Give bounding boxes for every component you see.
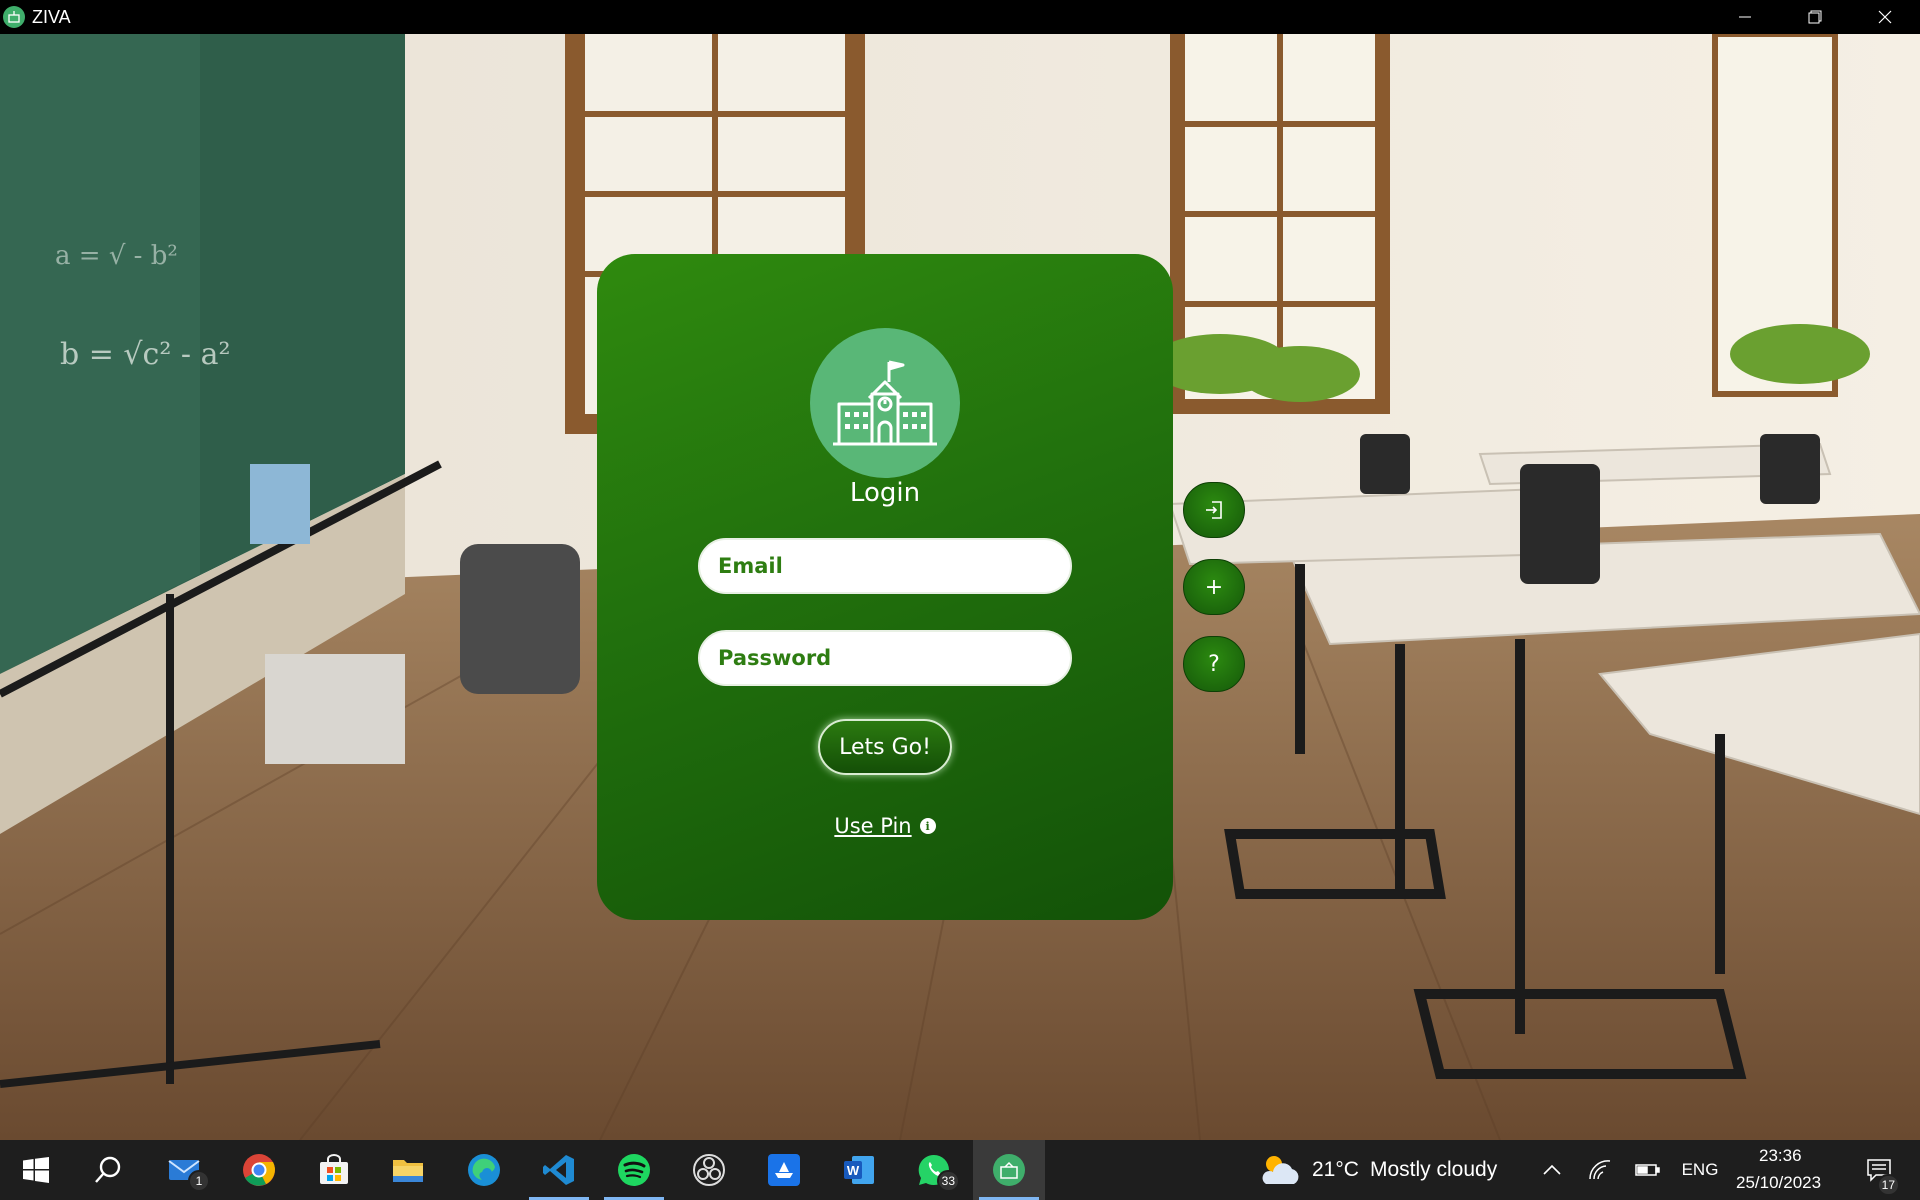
minimize-button[interactable] [1710, 0, 1780, 34]
taskbar-edge[interactable] [448, 1140, 520, 1200]
school-icon [993, 1154, 1025, 1186]
chevron-up-icon [1543, 1164, 1561, 1175]
battery-button[interactable] [1628, 1140, 1668, 1200]
password-field[interactable] [698, 630, 1072, 686]
login-title: Login [849, 478, 921, 508]
ziva-app-icon [3, 6, 25, 28]
search-icon [95, 1156, 121, 1183]
start-button[interactable] [0, 1140, 72, 1200]
school-logo [810, 328, 960, 478]
obs-icon [693, 1154, 725, 1186]
school-icon [833, 360, 937, 446]
restore-button[interactable] [1780, 0, 1850, 34]
weather-condition: Mostly cloudy [1370, 1158, 1498, 1181]
search-button[interactable] [72, 1140, 144, 1200]
edge-icon [468, 1154, 500, 1186]
email-input[interactable] [718, 554, 1070, 578]
chrome-icon [243, 1154, 275, 1186]
clock-date: 25/10/2023 [1736, 1173, 1822, 1192]
taskbar-spotify[interactable] [598, 1140, 670, 1200]
use-pin-row: Use Pin i [597, 814, 1173, 838]
password-input[interactable] [718, 646, 1070, 670]
word-icon: W [844, 1156, 874, 1184]
notification-badge: 17 [1876, 1174, 1900, 1196]
folder-icon [393, 1160, 423, 1182]
show-hidden-icons-button[interactable] [1532, 1140, 1572, 1200]
restore-icon [1808, 10, 1822, 24]
taskbar-store[interactable] [298, 1140, 370, 1200]
store-icon [320, 1154, 348, 1184]
taskbar-ziva[interactable] [973, 1140, 1045, 1200]
close-button[interactable] [1850, 0, 1920, 34]
taskbar-boat-app[interactable] [748, 1140, 820, 1200]
email-field[interactable] [698, 538, 1072, 594]
taskbar-word[interactable]: W [823, 1140, 895, 1200]
svg-text:b = √c² - a²: b = √c² - a² [60, 337, 230, 372]
windows-icon [23, 1157, 49, 1183]
title-bar: ZIVA [0, 0, 1920, 34]
login-card: Login Lets Go! Use Pin i [597, 254, 1173, 920]
sign-in-icon [1206, 501, 1222, 519]
close-icon [1878, 10, 1892, 24]
wifi-icon [1589, 1160, 1611, 1180]
network-button[interactable] [1580, 1140, 1620, 1200]
svg-text:a = √ - b²: a = √ - b² [55, 241, 178, 271]
clock[interactable]: 23:36 25/10/2023 [1728, 1140, 1836, 1200]
taskbar-vscode[interactable] [523, 1140, 595, 1200]
help-side-button[interactable]: ? [1183, 636, 1245, 692]
minimize-icon [1739, 16, 1751, 18]
notification-center-button[interactable]: 17 [1844, 1140, 1914, 1200]
window-title: ZIVA [32, 6, 71, 27]
info-icon[interactable]: i [919, 818, 936, 834]
weather-temperature: 21°C [1312, 1158, 1359, 1181]
weather-widget[interactable]: 21°C Mostly cloudy [1240, 1140, 1560, 1200]
taskbar-obs[interactable] [673, 1140, 745, 1200]
whatsapp-badge: 33 [936, 1170, 960, 1192]
language-indicator[interactable]: ENG [1676, 1140, 1724, 1200]
use-pin-link[interactable]: Use Pin [834, 814, 911, 838]
clock-time: 23:36 [1759, 1146, 1802, 1165]
language-label: ENG [1681, 1160, 1719, 1179]
mail-badge: 1 [188, 1170, 210, 1192]
cloudy-weather-icon [1262, 1156, 1299, 1184]
svg-text:W: W [847, 1163, 860, 1178]
taskbar-chrome[interactable] [223, 1140, 295, 1200]
sign-in-side-button[interactable] [1183, 482, 1245, 538]
taskbar: 1 W 33 21°C Mostly cloudy ENG 23:36 25/1… [0, 1140, 1920, 1200]
lets-go-button[interactable]: Lets Go! [818, 719, 952, 775]
vscode-icon [543, 1155, 574, 1185]
battery-icon [1635, 1164, 1660, 1176]
taskbar-mail[interactable]: 1 [148, 1140, 220, 1200]
add-side-button[interactable]: + [1183, 559, 1245, 615]
taskbar-file-explorer[interactable] [372, 1140, 444, 1200]
taskbar-whatsapp[interactable]: 33 [898, 1140, 970, 1200]
boat-icon [768, 1154, 800, 1186]
spotify-icon [618, 1154, 650, 1186]
